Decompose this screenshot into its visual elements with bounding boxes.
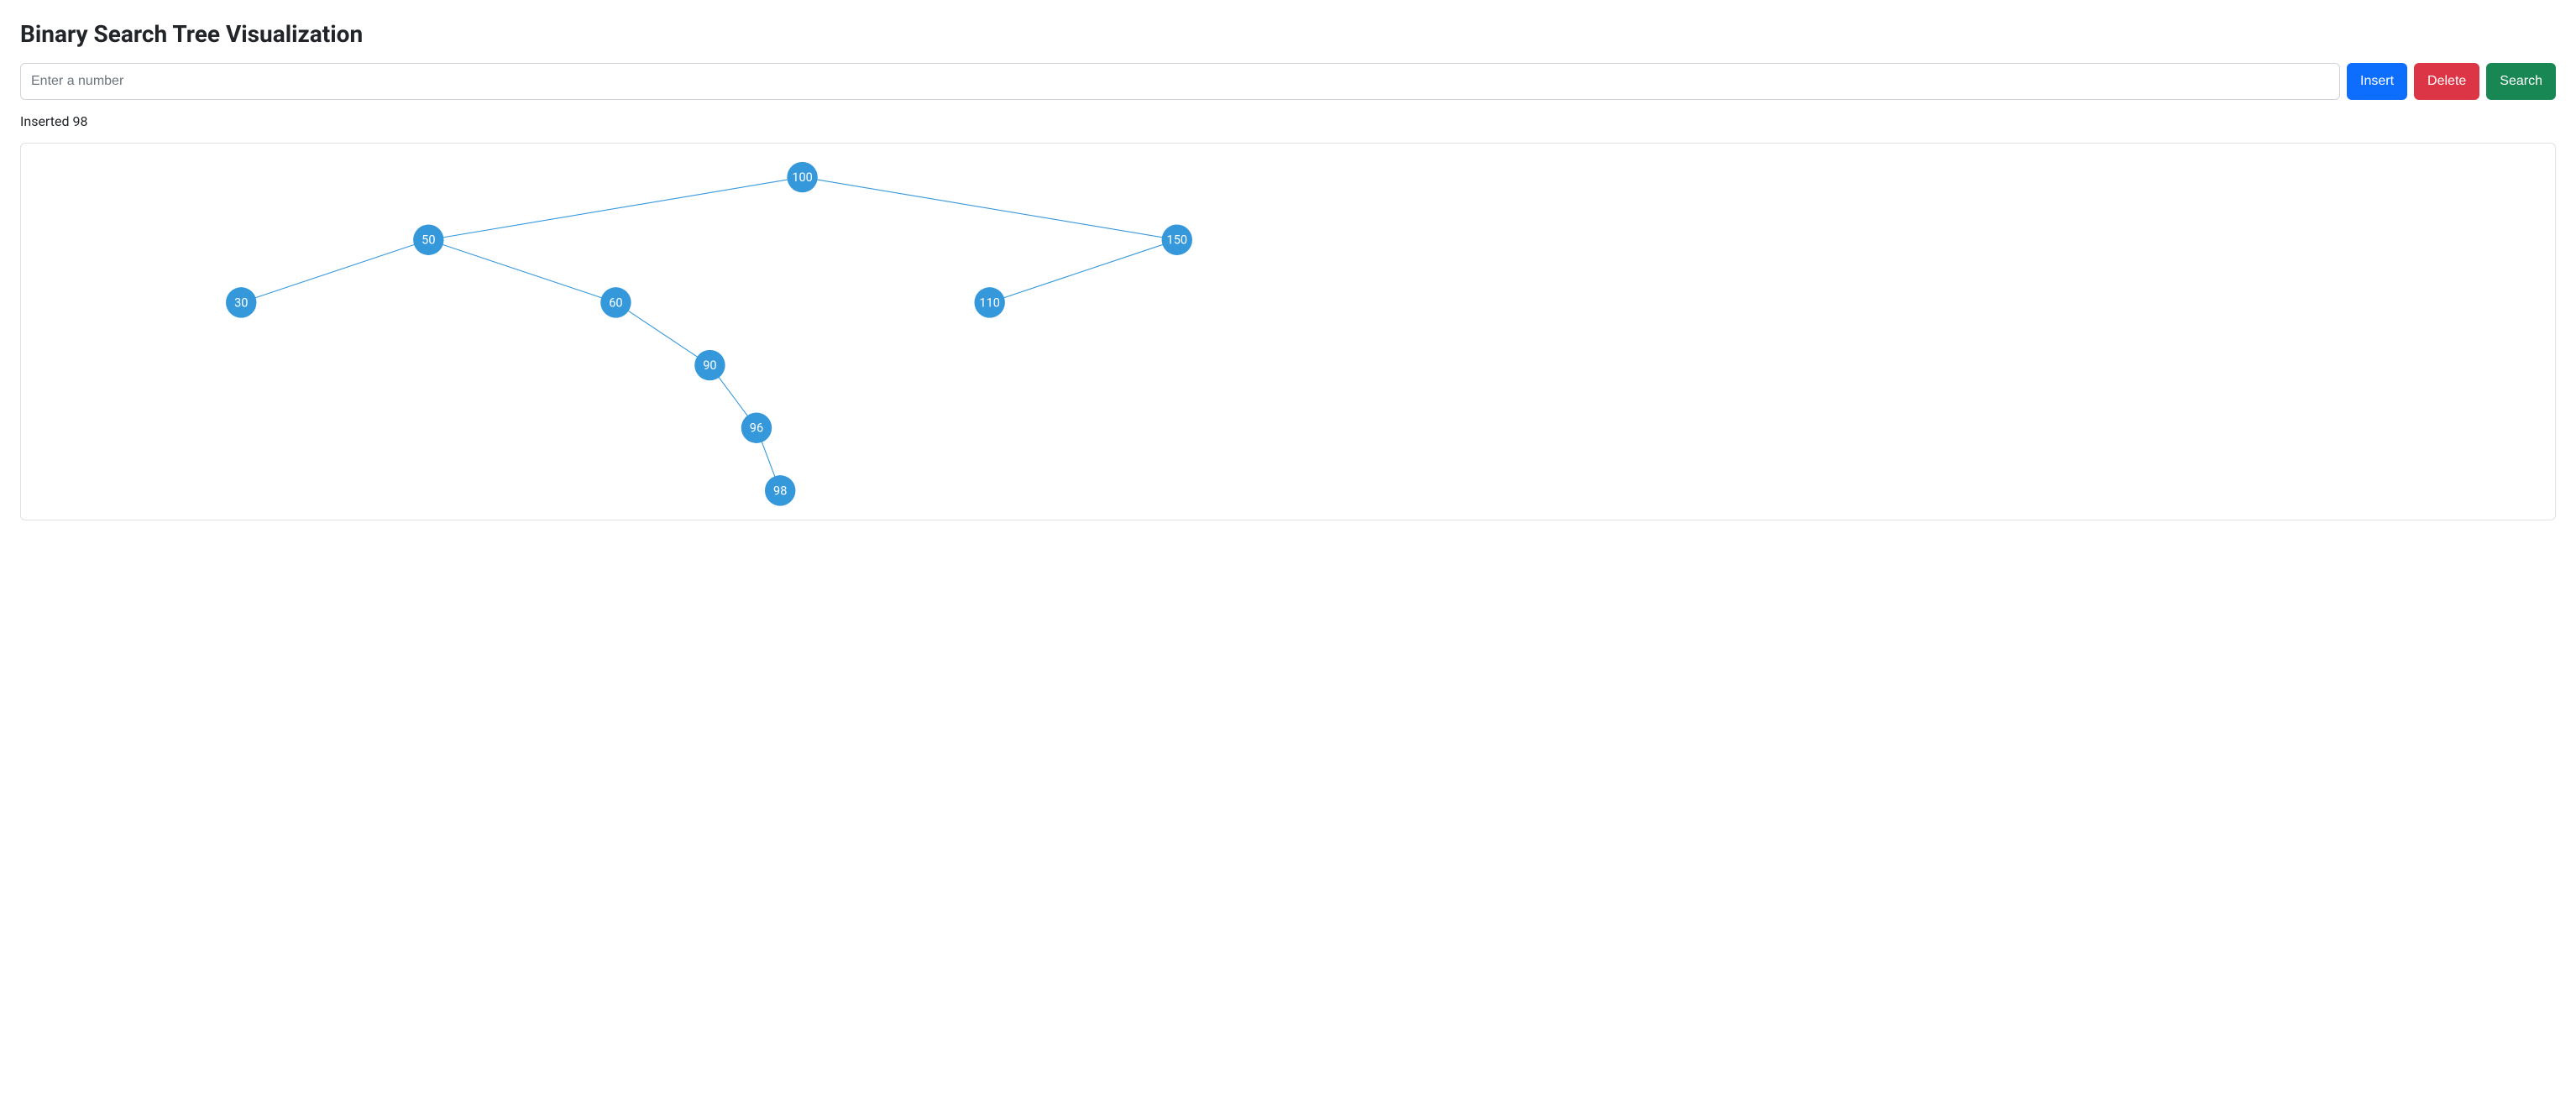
tree-edge — [803, 177, 1177, 240]
tree-edge — [241, 240, 428, 303]
tree-node[interactable]: 110 — [974, 287, 1004, 317]
tree-node[interactable]: 50 — [413, 225, 443, 255]
tree-node-label: 50 — [421, 233, 435, 248]
delete-button[interactable]: Delete — [2414, 63, 2479, 100]
tree-node-label: 98 — [773, 483, 787, 498]
tree-node-label: 90 — [703, 358, 716, 373]
tree-node-label: 60 — [609, 295, 622, 310]
tree-edge — [428, 177, 802, 240]
status-message: Inserted 98 — [20, 113, 2556, 129]
tree-node[interactable]: 150 — [1162, 225, 1192, 255]
tree-node-label: 30 — [234, 295, 248, 310]
insert-button[interactable]: Insert — [2347, 63, 2407, 100]
tree-node-label: 150 — [1167, 233, 1188, 248]
tree-diagram: 100 50 150 30 60 110 90 96 98 — [20, 143, 2556, 520]
number-input[interactable] — [20, 63, 2340, 100]
tree-node[interactable]: 60 — [600, 287, 631, 317]
controls-row: Insert Delete Search — [20, 63, 2556, 100]
tree-node[interactable]: 90 — [694, 350, 725, 380]
tree-edge — [615, 302, 709, 365]
tree-edge — [428, 240, 615, 303]
tree-node-label: 100 — [792, 170, 813, 185]
tree-svg: 100 50 150 30 60 110 90 96 98 — [21, 144, 2555, 520]
tree-node-label: 96 — [750, 421, 763, 436]
tree-node[interactable]: 98 — [765, 475, 795, 505]
tree-node[interactable]: 96 — [741, 413, 772, 443]
search-button[interactable]: Search — [2486, 63, 2556, 100]
page-title: Binary Search Tree Visualization — [20, 20, 2556, 48]
tree-node[interactable]: 30 — [226, 287, 256, 317]
tree-edge — [990, 240, 1177, 303]
tree-node-label: 110 — [979, 295, 1000, 310]
tree-node[interactable]: 100 — [787, 162, 817, 192]
